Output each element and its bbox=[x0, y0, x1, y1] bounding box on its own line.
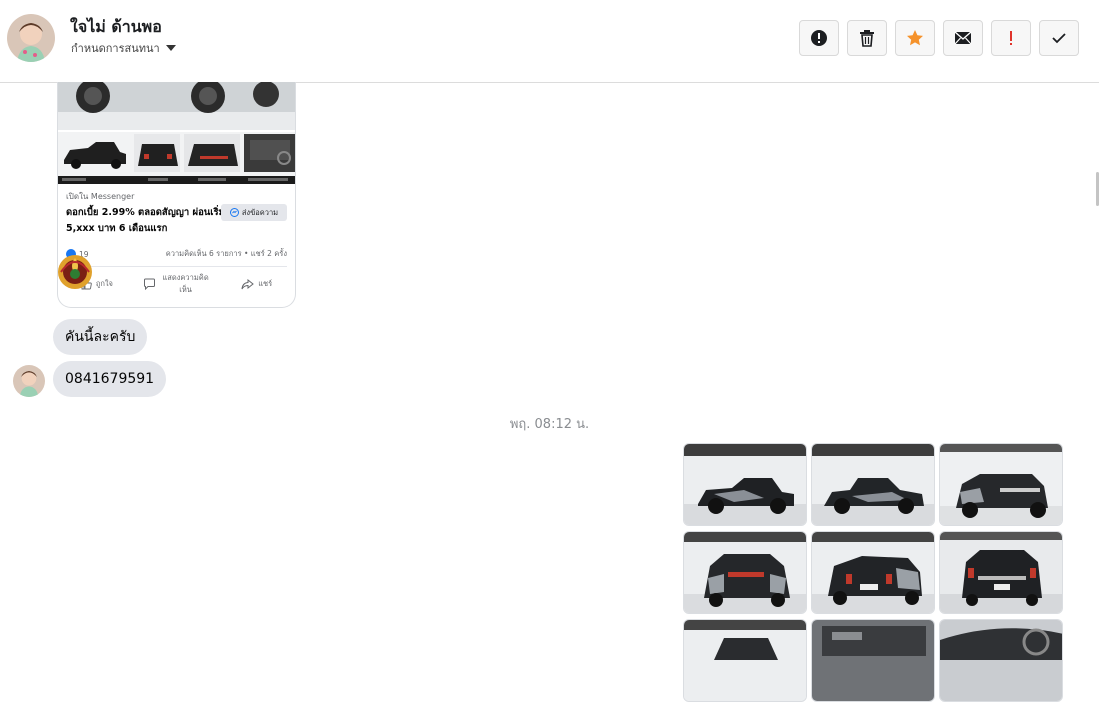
shared-post-stats: 19 ความคิดเห็น 6 รายการ • แชร์ 2 ครั้ง bbox=[66, 248, 287, 260]
mark-done-button[interactable] bbox=[1039, 20, 1079, 56]
mark-unread-button[interactable] bbox=[943, 20, 983, 56]
delete-button[interactable] bbox=[847, 20, 887, 56]
message-bubble[interactable]: คันนี้ละครับ bbox=[53, 319, 148, 355]
caret-down-icon bbox=[165, 45, 176, 51]
like-label: ถูกใจ bbox=[95, 279, 113, 288]
alert-button[interactable] bbox=[799, 20, 839, 56]
photo-thumbnail[interactable] bbox=[811, 531, 935, 614]
photo-thumbnail[interactable] bbox=[683, 443, 807, 526]
message-timestamp: พฤ. 08:12 น. bbox=[509, 417, 590, 432]
conversation-options-dropdown[interactable]: กำหนดการสนทนา bbox=[71, 39, 176, 57]
sender-avatar[interactable] bbox=[13, 365, 45, 397]
send-message-label: ส่งข้อความ bbox=[241, 207, 279, 217]
messenger-icon bbox=[229, 208, 239, 217]
message-bubble[interactable]: 0841679591 bbox=[53, 361, 167, 397]
exclamation-icon bbox=[1010, 31, 1012, 45]
photo-thumbnail[interactable] bbox=[939, 531, 1063, 614]
comment-icon bbox=[143, 278, 155, 290]
share-action[interactable]: แชร์ bbox=[241, 272, 272, 296]
shared-post-info: เปิดใน Messenger ดอกเบี้ย 2.99% ตลอดสัญญ… bbox=[66, 190, 287, 237]
divider bbox=[66, 266, 287, 267]
conversation-header: ใจไม่ ด้านพอ กำหนดการสนทนา bbox=[0, 0, 1099, 83]
check-icon bbox=[1052, 33, 1066, 44]
photo-thumbnail[interactable] bbox=[939, 443, 1063, 526]
share-label: แชร์ bbox=[258, 279, 273, 288]
message-text: คันนี้ละครับ bbox=[65, 329, 136, 345]
photo-thumbnail[interactable] bbox=[939, 619, 1063, 702]
share-icon bbox=[241, 278, 255, 289]
star-button[interactable] bbox=[895, 20, 935, 56]
shared-post-image bbox=[58, 82, 295, 184]
photo-thumbnail[interactable] bbox=[683, 531, 807, 614]
toolbar bbox=[799, 20, 1079, 56]
contact-avatar[interactable] bbox=[7, 14, 55, 62]
contact-name: ใจไม่ ด้านพอ bbox=[70, 17, 162, 36]
send-message-button[interactable]: ส่งข้อความ bbox=[221, 204, 287, 221]
envelope-icon bbox=[954, 31, 972, 45]
shared-post-title: ดอกเบี้ย 2.99% ตลอดสัญญา ผ่อนเริ่ม 5,xxx… bbox=[66, 207, 225, 234]
conversation-options-label: กำหนดการสนทนา bbox=[71, 42, 160, 55]
alert-icon bbox=[811, 30, 827, 46]
comment-label: แสดงความคิดเห็น bbox=[162, 273, 209, 294]
page-logo-avatar[interactable] bbox=[57, 250, 93, 290]
shared-post-source[interactable]: เปิดใน Messenger bbox=[66, 190, 287, 203]
message-text: 0841679591 bbox=[65, 371, 155, 387]
follow-up-button[interactable] bbox=[991, 20, 1031, 56]
comments-shares-count: ความคิดเห็น 6 รายการ • แชร์ 2 ครั้ง bbox=[165, 249, 287, 258]
shared-post-actions: ถูกใจ แสดงความคิดเห็น แชร์ bbox=[66, 272, 287, 296]
photo-thumbnail[interactable] bbox=[811, 443, 935, 526]
trash-icon bbox=[860, 30, 874, 47]
photo-thumbnail[interactable] bbox=[683, 619, 807, 702]
star-icon bbox=[907, 30, 923, 46]
comment-action[interactable]: แสดงความคิดเห็น bbox=[143, 272, 212, 296]
photo-thumbnail[interactable] bbox=[811, 619, 935, 702]
